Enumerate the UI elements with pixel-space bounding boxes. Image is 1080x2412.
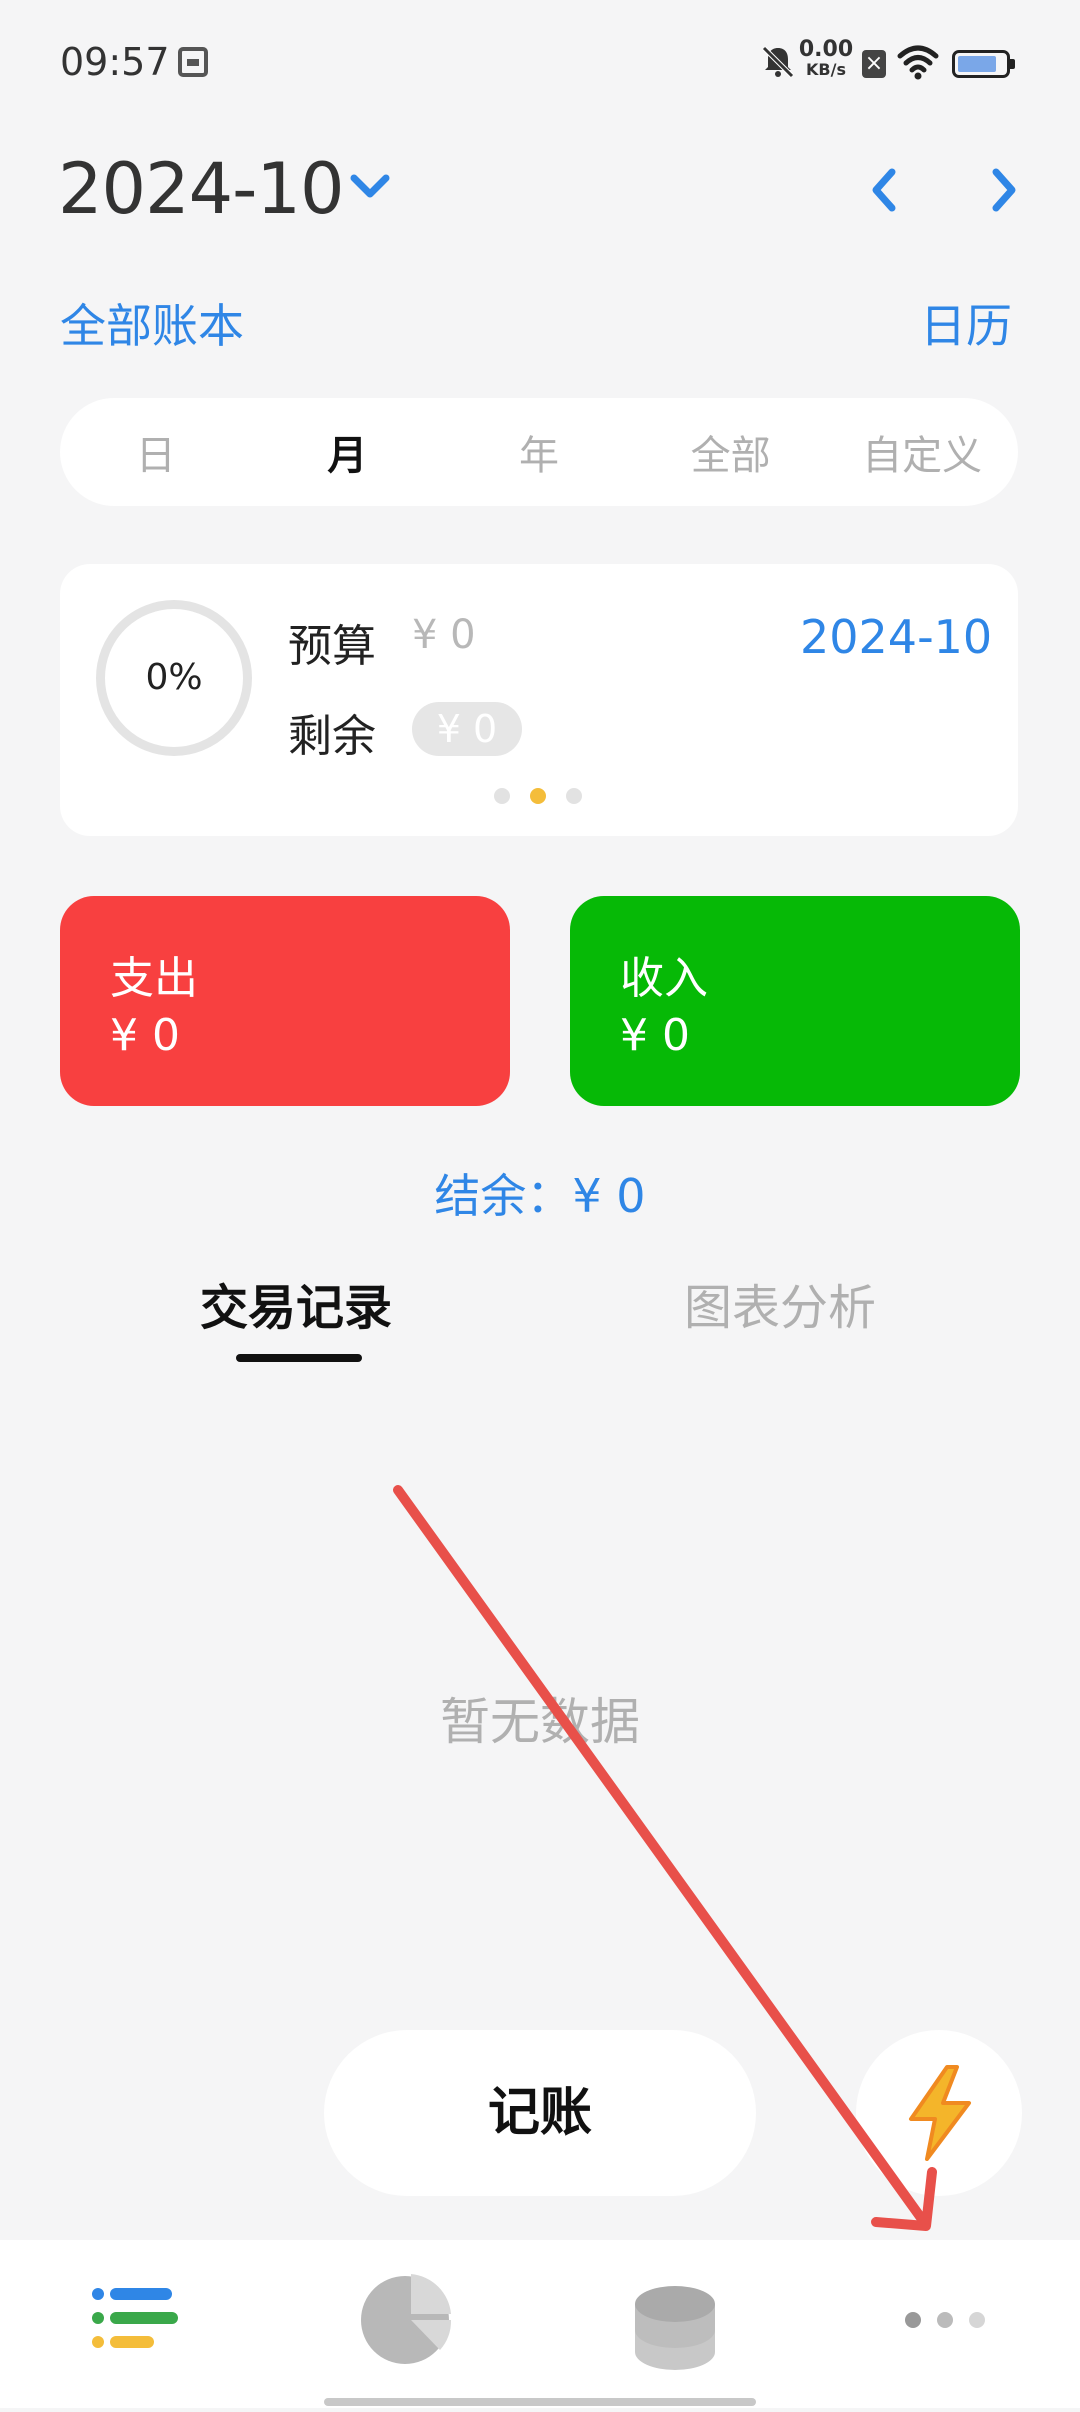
home-indicator [324,2398,756,2406]
balance-summary: 结余：¥ 0 [0,1160,1080,1226]
network-speed: 0.00 KB/s [796,37,856,80]
calendar-card-icon [178,47,208,77]
tab-transactions[interactable]: 交易记录 [200,1268,392,1338]
lightning-icon [909,2065,971,2161]
nav-list[interactable] [0,2240,270,2408]
tab-charts[interactable]: 图表分析 [684,1268,876,1338]
coin-stack-icon [635,2286,715,2370]
more-dots-icon [905,2312,985,2328]
budget-value: ¥ 0 [412,612,476,658]
budget-card[interactable]: 0% 预算 ¥ 0 剩余 ¥ 0 2024-10 [60,564,1018,836]
expense-label: 支出 [110,953,198,1004]
tab-all[interactable]: 全部 [635,423,827,481]
prev-month-button[interactable] [862,162,906,218]
empty-state: 暂无数据 [440,1693,640,1751]
expense-card[interactable]: 支出 ¥ 0 [60,896,510,1106]
nav-charts[interactable] [270,2240,540,2408]
status-time: 09:57 [60,40,170,84]
budget-period: 2024-10 [800,610,993,664]
tab-month[interactable]: 月 [252,423,444,481]
income-card[interactable]: 收入 ¥ 0 [570,896,1020,1106]
record-button[interactable]: 记账 [324,2030,756,2196]
bottom-nav [0,2240,1080,2408]
network-speed-unit: KB/s [806,60,846,79]
budget-pager [494,788,582,804]
budget-percent: 0% [145,657,203,698]
calendar-link[interactable]: 日历 [920,290,1012,356]
wifi-icon [897,45,939,80]
chevron-down-icon[interactable] [348,170,392,206]
pager-dot [494,788,510,804]
income-label: 收入 [620,953,708,1004]
balance-value: ¥ 0 [572,1169,646,1223]
tab-year[interactable]: 年 [443,423,635,481]
budget-label: 预算 [288,621,376,672]
quick-record-button[interactable] [856,2030,1022,2196]
next-month-button[interactable] [982,162,1026,218]
battery-icon [952,50,1015,78]
income-value: ¥ 0 [620,1010,690,1061]
pie-chart-icon [361,2274,452,2364]
nav-more[interactable] [810,2240,1080,2408]
all-books-link[interactable]: 全部账本 [60,290,244,356]
tab-day[interactable]: 日 [60,423,252,481]
pager-dot-active [530,788,546,804]
period-tabs: 日 月 年 全部 自定义 [60,398,1018,506]
remaining-value: ¥ 0 [412,702,522,756]
network-speed-value: 0.00 [798,37,854,62]
close-box-icon: × [862,50,886,78]
tab-indicator [236,1354,362,1362]
nav-assets[interactable] [540,2240,810,2408]
expense-value: ¥ 0 [110,1010,180,1061]
month-title[interactable]: 2024-10 [58,148,344,230]
tab-custom[interactable]: 自定义 [826,423,1018,481]
list-icon [92,2288,178,2348]
remaining-label: 剩余 [288,711,376,762]
bell-mute-icon [762,46,794,78]
pager-dot [566,788,582,804]
balance-label: 结余： [434,1169,573,1223]
